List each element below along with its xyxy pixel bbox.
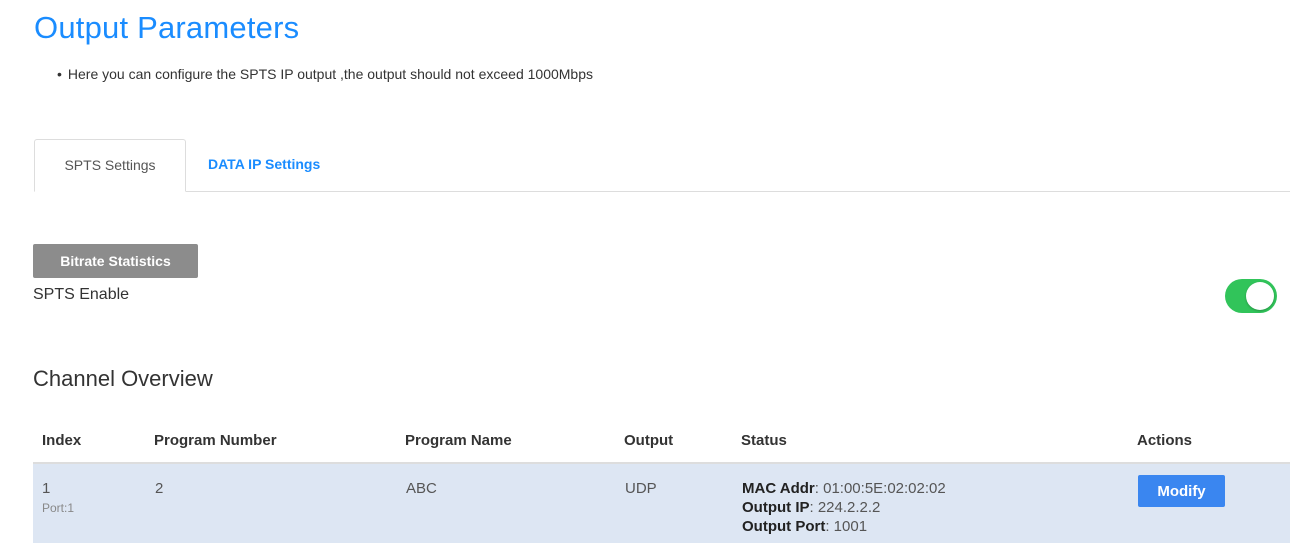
column-header-program-name[interactable]: Program Name xyxy=(405,418,624,464)
index-value: 1 xyxy=(42,480,51,497)
output-port-label: Output Port xyxy=(742,518,826,535)
output-ip-label: Output IP xyxy=(742,499,810,516)
spts-enable-toggle[interactable] xyxy=(1225,279,1277,313)
modify-button[interactable]: Modify xyxy=(1138,475,1225,507)
column-header-program-number[interactable]: Program Number xyxy=(154,418,405,464)
channel-overview-title: Channel Overview xyxy=(33,366,213,391)
status-mac: MAC Addr: 01:00:5E:02:02:02 xyxy=(742,478,1136,499)
column-header-index[interactable]: Index xyxy=(33,418,154,464)
page-title: Output Parameters xyxy=(34,10,300,45)
intro-note: • Here you can configure the SPTS IP outp… xyxy=(57,66,593,82)
bullet-icon: • xyxy=(57,66,62,82)
output-port-value: : 1001 xyxy=(825,518,868,535)
mac-value: : 01:00:5E:02:02:02 xyxy=(814,480,946,497)
cell-program-number: 2 xyxy=(155,480,164,497)
cell-status: MAC Addr: 01:00:5E:02:02:02 Output IP: 2… xyxy=(741,463,1137,543)
tab-spts-settings[interactable]: SPTS Settings xyxy=(34,139,186,192)
tab-bar: SPTS Settings DATA IP Settings xyxy=(34,139,1290,192)
cell-index: 1 Port:1 xyxy=(33,463,154,543)
cell-output: UDP xyxy=(625,480,657,497)
status-port: Output Port: 1001 xyxy=(742,516,1136,537)
status-ip: Output IP: 224.2.2.2 xyxy=(742,497,1136,518)
cell-program-name: ABC xyxy=(406,480,437,497)
column-header-status[interactable]: Status xyxy=(741,418,1137,464)
table-header-row: Index Program Number Program Name Output… xyxy=(33,418,1290,464)
mac-label: MAC Addr xyxy=(742,480,815,497)
output-ip-value: : 224.2.2.2 xyxy=(809,499,881,516)
bitrate-statistics-button[interactable]: Bitrate Statistics xyxy=(33,244,198,278)
port-value: Port:1 xyxy=(42,501,75,515)
cell-actions: Modify xyxy=(1137,463,1290,543)
tab-data-ip-settings[interactable]: DATA IP Settings xyxy=(208,139,320,190)
toggle-knob xyxy=(1246,282,1274,310)
channel-table: Index Program Number Program Name Output… xyxy=(33,418,1290,543)
intro-text: Here you can configure the SPTS IP outpu… xyxy=(67,66,593,82)
table-row: 1 Port:1 2 ABC UDP MAC Addr: 01:00:5E:02… xyxy=(33,463,1290,543)
column-header-actions: Actions xyxy=(1137,418,1290,464)
column-header-output[interactable]: Output xyxy=(624,418,741,464)
spts-enable-label: SPTS Enable xyxy=(33,286,130,303)
